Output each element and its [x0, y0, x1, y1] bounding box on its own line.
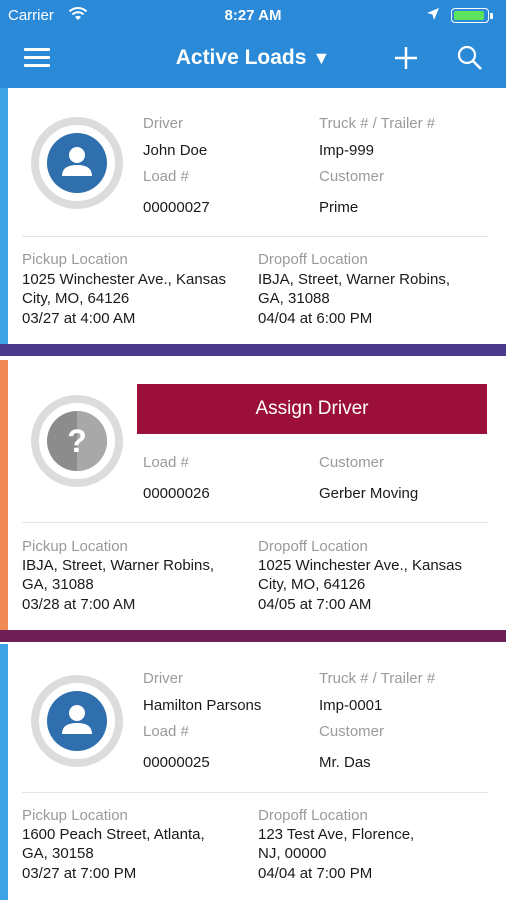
customer-name: Prime — [319, 199, 359, 216]
nav-title-dropdown[interactable]: Active Loads ▼ — [0, 46, 506, 70]
card-separator — [0, 344, 506, 356]
dropoff-time: 04/04 at 7:00 PM — [258, 865, 373, 882]
truck-number: Imp-999 — [319, 142, 375, 159]
chevron-down-icon: ▼ — [312, 48, 331, 68]
truck-number: Imp-0001 — [319, 697, 383, 714]
load-card[interactable]: Driver Hamilton Parsons Load # 00000025 … — [0, 644, 506, 900]
pickup-address-line2: GA, 31088 — [22, 576, 94, 593]
customer-label: Customer — [319, 454, 385, 471]
dropoff-address-line2: City, MO, 64126 — [258, 576, 366, 593]
truck-trailer-label: Truck # / Trailer # — [319, 115, 436, 132]
pickup-label: Pickup Location — [22, 538, 128, 555]
battery-nub — [490, 13, 493, 19]
plus-icon[interactable] — [392, 44, 420, 72]
search-icon[interactable] — [456, 44, 484, 72]
pickup-time: 03/27 at 4:00 AM — [22, 310, 136, 327]
load-number-label: Load # — [143, 168, 189, 185]
pickup-address-line2: GA, 30158 — [22, 845, 94, 862]
battery-level — [454, 11, 484, 20]
customer-name: Gerber Moving — [319, 485, 419, 502]
dropoff-address-line1: IBJA, Street, Warner Robins, — [258, 271, 451, 288]
pickup-address-line1: IBJA, Street, Warner Robins, — [22, 557, 215, 574]
card-divider — [22, 236, 488, 237]
pickup-label: Pickup Location — [22, 251, 128, 268]
customer-label: Customer — [319, 723, 385, 740]
dropoff-label: Dropoff Location — [258, 538, 368, 555]
driver-avatar-icon — [31, 675, 123, 767]
pickup-time: 03/28 at 7:00 AM — [22, 596, 136, 613]
customer-label: Customer — [319, 168, 385, 185]
pickup-address-line1: 1025 Winchester Ave., Kansas — [22, 271, 227, 288]
location-arrow-icon — [427, 8, 439, 20]
driver-name: Hamilton Parsons — [143, 697, 262, 714]
pickup-label: Pickup Location — [22, 807, 128, 824]
card-divider — [22, 522, 488, 523]
truck-trailer-label: Truck # / Trailer # — [319, 670, 436, 687]
pickup-address-line2: City, MO, 64126 — [22, 290, 130, 307]
card-divider — [22, 792, 488, 793]
dropoff-address-line1: 123 Test Ave, Florence, — [258, 826, 415, 843]
battery-icon — [451, 8, 489, 23]
driver-label: Driver — [143, 670, 183, 687]
dropoff-address-line1: 1025 Winchester Ave., Kansas — [258, 557, 463, 574]
driver-label: Driver — [143, 115, 183, 132]
nav-title-text: Active Loads — [175, 46, 307, 69]
status-accent — [0, 360, 8, 630]
unassigned-driver-icon: ? — [31, 395, 123, 487]
pickup-address-line1: 1600 Peach Street, Atlanta, — [22, 826, 205, 843]
status-accent — [0, 644, 8, 900]
dropoff-address-line2: NJ, 00000 — [258, 845, 327, 862]
svg-text:?: ? — [67, 423, 87, 459]
load-number: 00000026 — [143, 485, 210, 502]
assign-driver-button[interactable]: Assign Driver — [137, 384, 487, 434]
load-number-label: Load # — [143, 723, 189, 740]
pickup-time: 03/27 at 7:00 PM — [22, 865, 137, 882]
dropoff-address-line2: GA, 31088 — [258, 290, 330, 307]
dropoff-time: 04/05 at 7:00 AM — [258, 596, 372, 613]
customer-name: Mr. Das — [319, 754, 371, 771]
driver-name: John Doe — [143, 142, 208, 159]
card-separator — [0, 630, 506, 642]
status-bar: Carrier 8:27 AM — [0, 0, 506, 32]
app-header: Carrier 8:27 AM Active Loads ▼ — [0, 0, 506, 88]
dropoff-label: Dropoff Location — [258, 251, 368, 268]
dropoff-label: Dropoff Location — [258, 807, 368, 824]
load-number: 00000025 — [143, 754, 210, 771]
load-number-label: Load # — [143, 454, 189, 471]
status-accent — [0, 88, 8, 344]
dropoff-time: 04/04 at 6:00 PM — [258, 310, 373, 327]
load-number: 00000027 — [143, 199, 210, 216]
load-card[interactable]: ? Assign Driver Load # 00000026 Customer… — [0, 360, 506, 630]
driver-avatar-icon — [31, 117, 123, 209]
load-card[interactable]: Driver John Doe Load # 00000027 Truck # … — [0, 88, 506, 344]
